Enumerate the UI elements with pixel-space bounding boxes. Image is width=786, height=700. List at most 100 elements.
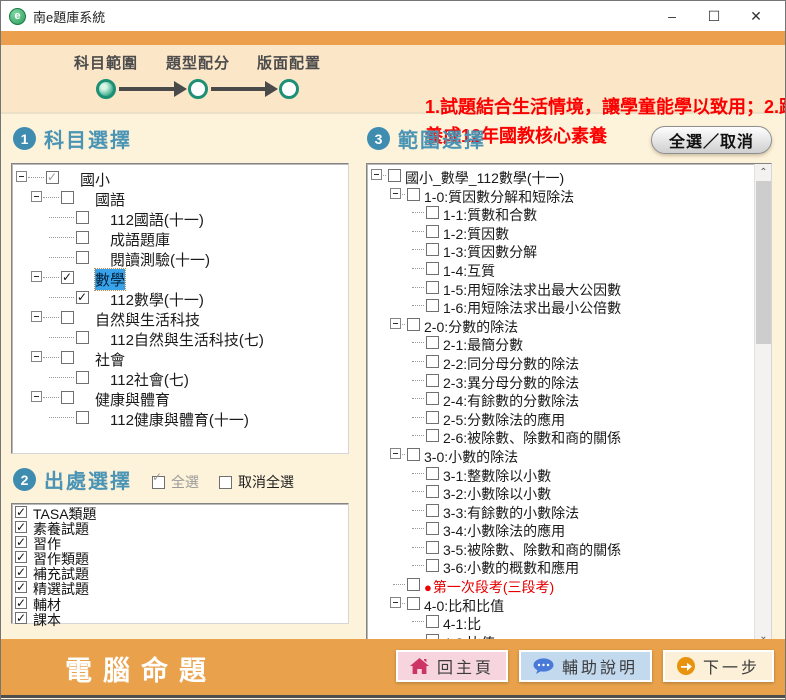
tree-checkbox[interactable] xyxy=(76,231,89,244)
home-button[interactable]: 回主頁 xyxy=(396,650,508,682)
close-icon[interactable]: ✕ xyxy=(735,1,777,31)
tree-expand-icon[interactable] xyxy=(31,191,42,202)
tree-item-label[interactable]: 自然與生活科技 xyxy=(95,309,200,330)
list-checkbox[interactable] xyxy=(15,566,27,578)
list-checkbox[interactable] xyxy=(15,506,27,518)
tree-item-label[interactable]: 112數學(十一) xyxy=(110,289,204,310)
tree-checkbox[interactable] xyxy=(426,225,439,238)
tree-item-label[interactable]: 112社會(七) xyxy=(110,369,189,390)
list-checkbox[interactable] xyxy=(15,536,27,548)
step-label-3[interactable]: 版面配置 xyxy=(239,52,339,73)
tree-checkbox[interactable] xyxy=(407,188,420,201)
tree-expand-icon[interactable] xyxy=(390,597,401,608)
tree-item-label[interactable]: 成語題庫 xyxy=(110,229,170,250)
list-item[interactable]: 習作類題 xyxy=(12,550,348,565)
list-item[interactable]: TASA類題 xyxy=(12,505,348,520)
tree-checkbox[interactable] xyxy=(426,615,439,628)
tree-checkbox[interactable] xyxy=(76,411,89,424)
tree-item-label[interactable]: 112健康與體育(十一) xyxy=(110,409,249,430)
next-step-button[interactable]: 下一步 xyxy=(663,650,774,682)
tree-checkbox[interactable] xyxy=(407,578,420,591)
tree-checkbox[interactable] xyxy=(426,243,439,256)
select-all-box[interactable] xyxy=(152,476,165,489)
tree-checkbox[interactable] xyxy=(76,251,89,264)
tree-expand-icon[interactable] xyxy=(31,391,42,402)
tree-checkbox[interactable] xyxy=(388,169,401,182)
step-circle-2[interactable] xyxy=(188,79,208,99)
scrollbar[interactable]: ⌃ ⌄ xyxy=(754,164,771,645)
tree-checkbox[interactable] xyxy=(46,171,59,184)
step-label-2[interactable]: 題型配分 xyxy=(148,52,248,73)
scroll-up-icon[interactable]: ⌃ xyxy=(755,164,772,181)
tree-item-label[interactable]: 健康與體育 xyxy=(95,389,170,410)
tree-checkbox[interactable] xyxy=(407,448,420,461)
tree-expand-icon[interactable] xyxy=(371,169,382,180)
tree-checkbox[interactable] xyxy=(426,206,439,219)
tree-checkbox[interactable] xyxy=(426,262,439,275)
tree-checkbox[interactable] xyxy=(61,191,74,204)
tree-expand-icon[interactable] xyxy=(390,188,401,199)
tree-checkbox[interactable] xyxy=(426,541,439,554)
tree-item-label[interactable]: 112國語(十一) xyxy=(110,209,204,230)
tree-checkbox[interactable] xyxy=(426,485,439,498)
tree-expand-icon[interactable] xyxy=(31,351,42,362)
tree-item-label[interactable]: 社會 xyxy=(95,349,125,370)
scroll-thumb[interactable] xyxy=(756,181,771,344)
tree-checkbox[interactable] xyxy=(426,559,439,572)
tree-checkbox[interactable] xyxy=(61,311,74,324)
tree-checkbox[interactable] xyxy=(426,336,439,349)
list-item[interactable]: 輔材 xyxy=(12,596,348,611)
tree-row: 3-5:被除數、除數和商的關係 xyxy=(367,539,753,558)
tree-expand-icon[interactable] xyxy=(390,318,401,329)
tree-checkbox[interactable] xyxy=(426,429,439,442)
list-checkbox[interactable] xyxy=(15,597,27,609)
tree-checkbox[interactable] xyxy=(426,411,439,424)
tree-checkbox[interactable] xyxy=(61,351,74,364)
help-button[interactable]: 輔助說明 xyxy=(519,650,652,682)
tree-checkbox[interactable] xyxy=(76,211,89,224)
tree-checkbox[interactable] xyxy=(76,291,89,304)
tree-expand-icon[interactable] xyxy=(31,311,42,322)
tree-checkbox[interactable] xyxy=(407,318,420,331)
tree-checkbox[interactable] xyxy=(426,299,439,312)
step-circle-3[interactable] xyxy=(279,79,299,99)
minimize-icon[interactable]: – xyxy=(651,1,693,31)
list-item[interactable]: 習作 xyxy=(12,535,348,550)
tree-item-label[interactable]: 112自然與生活科技(七) xyxy=(110,329,264,350)
tree-checkbox[interactable] xyxy=(426,355,439,368)
tree-checkbox[interactable] xyxy=(61,391,74,404)
deselect-all-box[interactable] xyxy=(219,476,232,489)
select-all-toggle-button[interactable]: 全選／取消 xyxy=(651,126,772,154)
tree-checkbox[interactable] xyxy=(426,374,439,387)
list-checkbox[interactable] xyxy=(15,581,27,593)
tree-item-label[interactable]: 國小 xyxy=(80,169,110,190)
step-label-1[interactable]: 科目範圍 xyxy=(56,52,156,73)
deselect-all-checkbox[interactable]: 取消全選 xyxy=(219,472,294,492)
list-checkbox[interactable] xyxy=(15,521,27,533)
tree-expand-icon[interactable] xyxy=(31,271,42,282)
tree-checkbox[interactable] xyxy=(426,522,439,535)
list-item[interactable]: 素養試題 xyxy=(12,520,348,535)
tree-checkbox[interactable] xyxy=(426,392,439,405)
select-all-checkbox[interactable]: 全選 xyxy=(152,472,199,492)
maximize-icon[interactable]: ☐ xyxy=(693,1,735,31)
list-checkbox[interactable] xyxy=(15,612,27,624)
list-item[interactable]: 精選試題 xyxy=(12,580,348,595)
tree-checkbox[interactable] xyxy=(426,504,439,517)
list-item[interactable]: 課本 xyxy=(12,611,348,626)
tree-checkbox[interactable] xyxy=(426,281,439,294)
tree-checkbox[interactable] xyxy=(76,371,89,384)
tree-line xyxy=(412,380,424,381)
tree-checkbox[interactable] xyxy=(61,271,74,284)
tree-item-label[interactable]: 閱讀測驗(十一) xyxy=(110,249,210,270)
tree-checkbox[interactable] xyxy=(76,331,89,344)
list-checkbox[interactable] xyxy=(15,551,27,563)
tree-checkbox[interactable] xyxy=(426,467,439,480)
tree-item-label[interactable]: 數學 xyxy=(95,269,125,290)
step-circle-1[interactable] xyxy=(96,79,116,99)
tree-checkbox[interactable] xyxy=(407,597,420,610)
tree-item-label[interactable]: 國語 xyxy=(95,189,125,210)
list-item[interactable]: 補充試題 xyxy=(12,565,348,580)
tree-expand-icon[interactable] xyxy=(16,171,27,182)
tree-expand-icon[interactable] xyxy=(390,448,401,459)
